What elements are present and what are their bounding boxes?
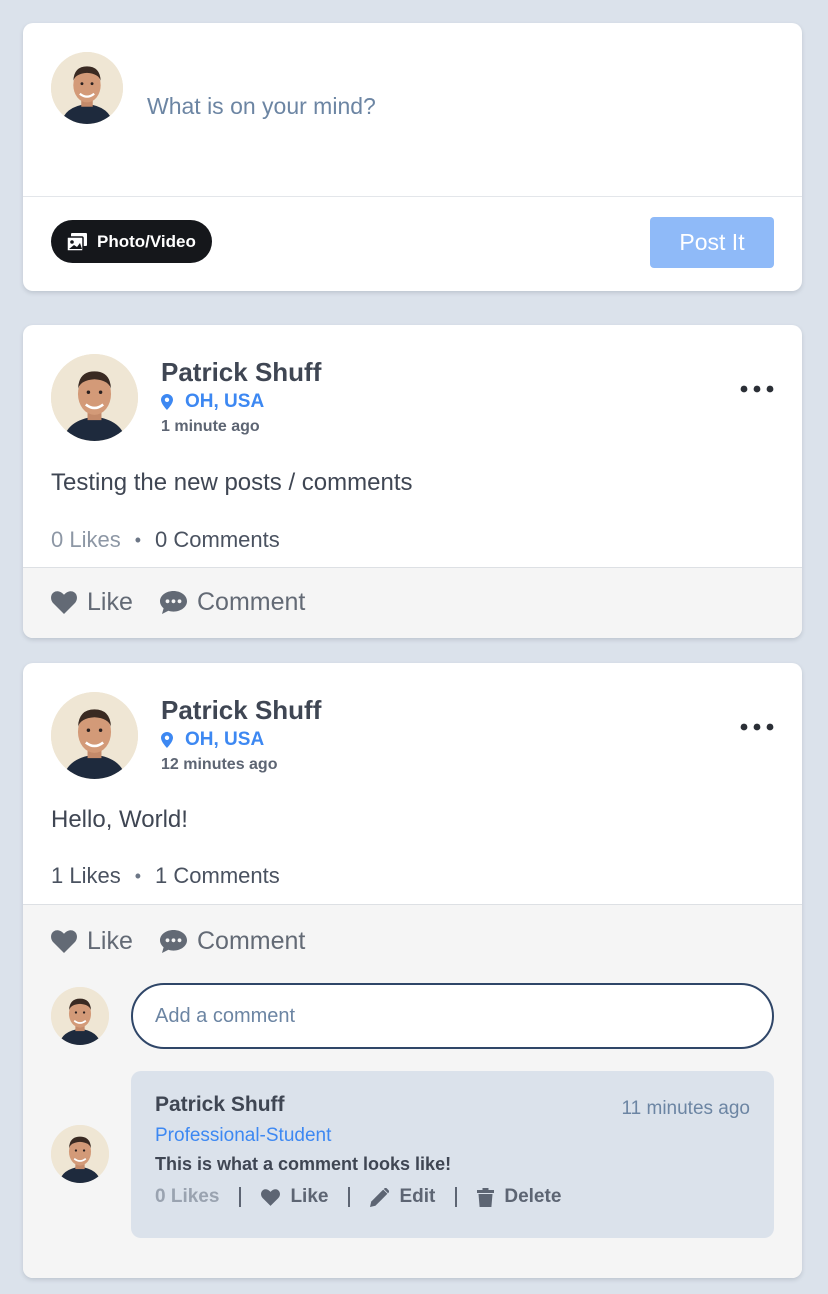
post-text: Hello, World! — [51, 806, 188, 833]
map-pin-icon — [161, 394, 173, 410]
likes-count[interactable]: 0 Likes — [51, 527, 121, 553]
avatar — [51, 1125, 109, 1183]
comment-text: This is what a comment looks like! — [155, 1154, 452, 1174]
map-pin-icon — [161, 732, 173, 748]
like-button[interactable]: Like — [51, 588, 133, 617]
post-actions: Like Comment — [23, 567, 802, 638]
post-it-button[interactable]: Post It — [650, 217, 774, 268]
heart-icon — [261, 1188, 281, 1206]
post-card: Patrick Shuff OH, USA 1 minute ago Testi… — [23, 325, 802, 638]
divider — [348, 1187, 351, 1207]
comment-edit-button[interactable]: Edit — [370, 1186, 435, 1208]
comment-label: Comment — [197, 588, 306, 616]
comment-delete-button[interactable]: Delete — [477, 1186, 561, 1208]
comment-bubble-icon — [160, 591, 187, 614]
comments-count[interactable]: 0 Comments — [155, 527, 280, 553]
like-label: Like — [87, 927, 133, 955]
comment-edit-label: Edit — [399, 1186, 436, 1207]
avatar — [51, 692, 138, 779]
post-text: Testing the new posts / comments — [51, 469, 413, 496]
comment-time: 11 minutes ago — [621, 1098, 750, 1119]
like-label: Like — [87, 588, 133, 616]
divider — [23, 196, 802, 197]
comment-like-button[interactable]: Like — [261, 1186, 328, 1208]
comment-author-role: Professional-Student — [155, 1125, 332, 1146]
post-stats: 1 Likes • 1 Comments — [51, 863, 280, 889]
location-label: OH, USA — [185, 729, 265, 750]
likes-count[interactable]: 1 Likes — [51, 863, 121, 889]
post-time: 1 minute ago — [161, 418, 260, 435]
comment-author[interactable]: Patrick Shuff — [155, 1093, 285, 1117]
comment: Patrick Shuff 11 minutes ago Professiona… — [131, 1071, 774, 1238]
divider — [455, 1187, 458, 1207]
avatar — [51, 987, 109, 1045]
comment-button[interactable]: Comment — [160, 927, 305, 956]
post-author[interactable]: Patrick Shuff — [161, 695, 321, 726]
post-stats: 0 Likes • 0 Comments — [51, 527, 280, 553]
separator-dot: • — [134, 865, 142, 886]
comments-count[interactable]: 1 Comments — [155, 863, 280, 889]
post-card: Patrick Shuff OH, USA 12 minutes ago Hel… — [23, 663, 802, 1278]
like-button[interactable]: Like — [51, 927, 133, 956]
photo-video-label: Photo/Video — [97, 231, 196, 251]
composer-input[interactable]: What is on your mind? — [147, 93, 376, 120]
heart-icon — [51, 930, 77, 953]
avatar — [51, 354, 138, 441]
comment-button[interactable]: Comment — [160, 588, 305, 617]
comment-bubble-icon — [160, 930, 187, 953]
more-dots-icon[interactable] — [739, 383, 775, 395]
heart-icon — [51, 591, 77, 614]
comment-delete-label: Delete — [504, 1186, 562, 1207]
divider — [239, 1187, 242, 1207]
post-time: 12 minutes ago — [161, 756, 278, 773]
photo-video-button[interactable]: Photo/Video — [51, 220, 212, 263]
post-author[interactable]: Patrick Shuff — [161, 357, 321, 388]
pencil-icon — [370, 1187, 390, 1207]
more-dots-icon[interactable] — [739, 721, 775, 733]
post-location: OH, USA — [161, 729, 264, 751]
trash-icon — [477, 1187, 495, 1207]
comment-likes-count: 0 Likes — [155, 1186, 220, 1207]
comment-label: Comment — [197, 927, 306, 955]
location-label: OH, USA — [185, 391, 265, 412]
comment-like-label: Like — [290, 1186, 329, 1207]
post-composer: What is on your mind? Photo/Video Post I… — [23, 23, 802, 291]
comment-actions: 0 Likes Like Edit Delete — [155, 1186, 561, 1208]
post-location: OH, USA — [161, 391, 264, 413]
photo-video-icon — [67, 232, 87, 251]
separator-dot: • — [134, 529, 142, 550]
avatar — [51, 52, 123, 124]
post-actions: Like Comment Add a comment Patrick Shuff… — [23, 904, 802, 1278]
add-comment-input[interactable]: Add a comment — [131, 983, 774, 1049]
